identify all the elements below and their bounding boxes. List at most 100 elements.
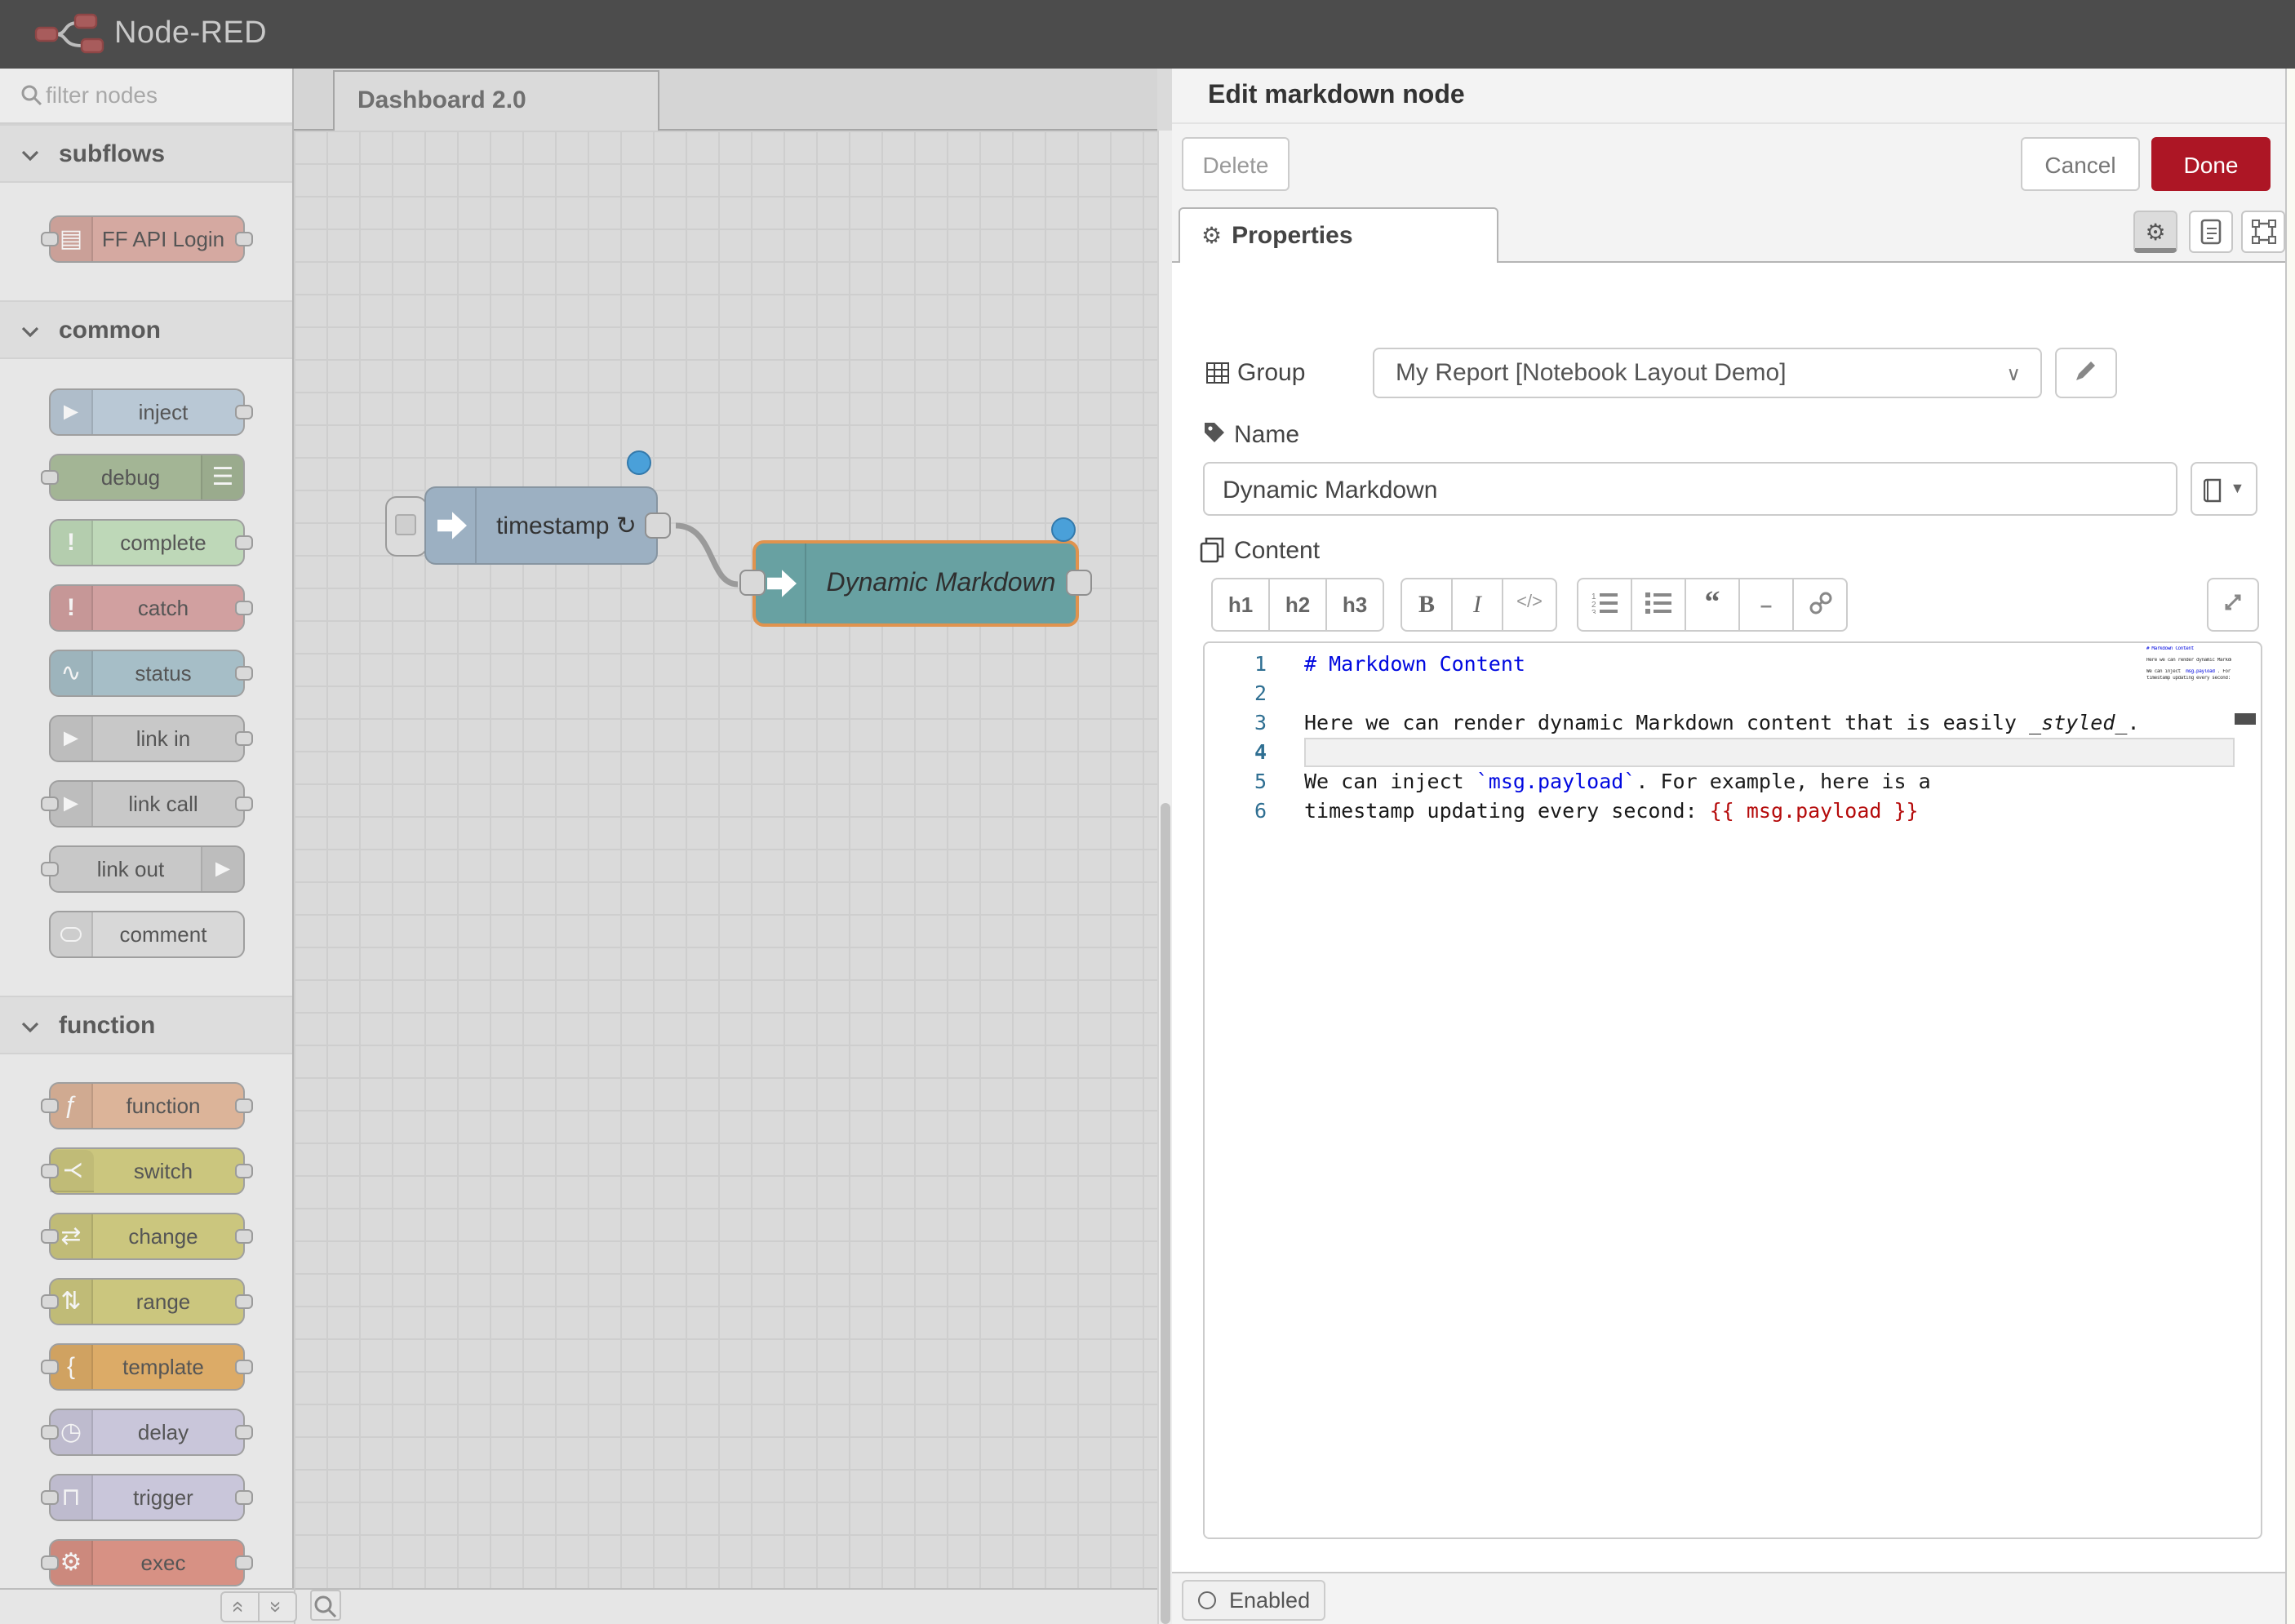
h1-button[interactable]: h1: [1211, 578, 1270, 632]
palette-node-delay[interactable]: ◷delay: [49, 1408, 245, 1455]
palette-node-label: template: [51, 1354, 243, 1378]
markdown-code-editor[interactable]: 123456 # Markdown ContentHere we can ren…: [1203, 641, 2262, 1539]
ordered-list-icon[interactable]: 123: [1577, 578, 1632, 632]
description-icon-button[interactable]: [2189, 211, 2233, 253]
palette-node-ff-api-login[interactable]: ▤FF API Login: [49, 215, 245, 263]
pencil-icon: [2075, 359, 2097, 382]
palette-node-inject[interactable]: ►inject: [49, 388, 245, 435]
canvas-zoom-search-button[interactable]: [310, 1590, 341, 1621]
inject-arrow-icon: [426, 488, 477, 563]
palette-node-comment[interactable]: comment: [49, 910, 245, 957]
h2-button[interactable]: h2: [1268, 578, 1327, 632]
palette-category-function[interactable]: function: [0, 996, 292, 1054]
flow-canvas[interactable]: timestamp ↻ Dynamic Markdown: [294, 131, 1157, 1588]
palette-node-label: change: [51, 1223, 243, 1248]
palette-node-switch[interactable]: Yswitch: [49, 1147, 245, 1194]
palette-node-label: catch: [51, 595, 243, 619]
output-port: [235, 1359, 253, 1373]
code-line: timestamp updating every second: {{ msg.…: [1304, 796, 2262, 826]
palette-node-template[interactable]: {template: [49, 1342, 245, 1390]
done-button[interactable]: Done: [2151, 137, 2271, 191]
flow-node-dynamic-markdown[interactable]: Dynamic Markdown: [752, 540, 1079, 627]
input-port: [41, 1163, 59, 1178]
line-number: 1: [1205, 650, 1267, 679]
palette-node-catch[interactable]: !catch: [49, 583, 245, 631]
canvas-vertical-scrollbar[interactable]: [1157, 131, 1172, 1624]
app-title: Node-RED: [114, 16, 267, 52]
node-palette: filter nodes subflows ▤FF API Login common…: [0, 69, 294, 1588]
properties-icon-button[interactable]: ⚙: [2133, 211, 2177, 253]
flow-wire: [294, 131, 1157, 1588]
line-number: 6: [1205, 796, 1267, 826]
node-red-app: Node-RED filter nodes subflows ▤FF API Lo…: [0, 0, 2295, 1624]
palette-node-label: inject: [51, 399, 243, 424]
output-port: [235, 665, 253, 680]
palette-node-link-call[interactable]: ►link call: [49, 779, 245, 827]
palette-node-debug[interactable]: ☰debug: [49, 453, 245, 500]
palette-node-link-in[interactable]: ►link in: [49, 714, 245, 761]
code-button[interactable]: </>: [1502, 578, 1557, 632]
palette-expand-all-button[interactable]: »: [258, 1591, 297, 1622]
name-type-button[interactable]: ▼: [2191, 462, 2257, 516]
group-edit-button[interactable]: [2055, 348, 2117, 398]
editor-gutter: 123456: [1205, 643, 1286, 1537]
line-number: 5: [1205, 767, 1267, 796]
palette-node-label: debug: [51, 464, 243, 489]
name-tag-icon: [1203, 421, 1226, 444]
minimap-line: We can inject `msg.payload`. For example…: [2146, 670, 2231, 676]
search-icon: [20, 83, 42, 106]
input-port: [41, 796, 59, 810]
output-port: [235, 1424, 253, 1439]
palette-node-label: FF API Login: [51, 227, 243, 251]
output-port[interactable]: [645, 512, 671, 539]
palette-node-range[interactable]: ⇅range: [49, 1277, 245, 1324]
palette-node-change[interactable]: ⇄change: [49, 1212, 245, 1259]
inject-trigger-button[interactable]: [385, 496, 428, 557]
input-port[interactable]: [739, 570, 766, 596]
expand-editor-button[interactable]: [2207, 578, 2259, 632]
appearance-icon-button[interactable]: [2241, 211, 2285, 253]
palette-node-exec[interactable]: ⚙exec: [49, 1538, 245, 1586]
palette-node-trigger[interactable]: ⊓trigger: [49, 1473, 245, 1520]
group-label: Group: [1237, 359, 1305, 387]
output-port[interactable]: [1066, 570, 1092, 596]
palette-node-link-out[interactable]: ►link out: [49, 845, 245, 892]
output-port: [235, 1555, 253, 1569]
quote-icon[interactable]: “: [1685, 578, 1740, 632]
palette-category-subflows[interactable]: subflows: [0, 124, 292, 183]
h3-button[interactable]: h3: [1325, 578, 1384, 632]
output-port: [235, 535, 253, 549]
palette-node-status[interactable]: ∿status: [49, 649, 245, 696]
delete-button[interactable]: Delete: [1182, 137, 1290, 191]
palette-node-complete[interactable]: !complete: [49, 518, 245, 566]
italic-button[interactable]: I: [1451, 578, 1503, 632]
palette-node-label: comment: [51, 921, 243, 946]
circle-icon: [1198, 1591, 1216, 1609]
node-label: timestamp ↻: [477, 511, 656, 540]
workspace-footer: [0, 1588, 1157, 1624]
svg-text:3: 3: [1591, 609, 1596, 614]
tab-properties[interactable]: ⚙Properties: [1179, 207, 1498, 263]
link-icon[interactable]: [1792, 578, 1848, 632]
palette-node-function[interactable]: ƒfunction: [49, 1081, 245, 1129]
minimap-line: Here we can render dynamic Markdown cont…: [2146, 658, 2231, 663]
palette-search-input[interactable]: filter nodes: [0, 69, 292, 124]
palette-category-common[interactable]: common: [0, 300, 292, 359]
input-port: [41, 1555, 59, 1569]
unordered-list-icon[interactable]: [1631, 578, 1686, 632]
dialog-footer: Enabled: [1172, 1572, 2285, 1624]
group-select[interactable]: My Report [Notebook Layout Demo] ∨: [1373, 348, 2042, 398]
dialog-form: Group My Report [Notebook Layout Demo] ∨…: [1172, 263, 2285, 1572]
name-input[interactable]: Dynamic Markdown: [1203, 462, 2177, 516]
horizontal-rule-icon[interactable]: –: [1738, 578, 1794, 632]
enabled-toggle-button[interactable]: Enabled: [1182, 1580, 1325, 1621]
flow-node-timestamp[interactable]: timestamp ↻: [424, 486, 658, 565]
output-port: [235, 730, 253, 745]
page-scrollbar-area[interactable]: [2285, 69, 2295, 1624]
flow-tab-dashboard[interactable]: Dashboard 2.0: [333, 70, 659, 131]
cancel-button[interactable]: Cancel: [2021, 137, 2140, 191]
bold-button[interactable]: B: [1401, 578, 1453, 632]
input-port: [41, 1489, 59, 1504]
palette-collapse-all-button[interactable]: «: [220, 1591, 260, 1622]
book-icon: [2204, 478, 2223, 503]
